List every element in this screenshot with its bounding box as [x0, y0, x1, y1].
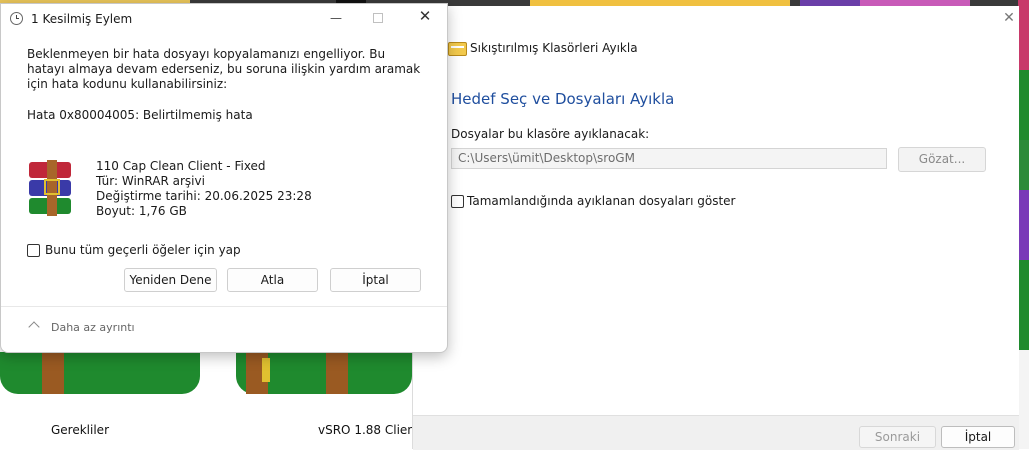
error-message: Beklenmeyen bir hata dosyayı kopyalamanı…	[27, 47, 421, 91]
wizard-footer: Sonraki İptal	[413, 415, 1019, 450]
file-info: 110 Cap Clean Client - Fixed Tür: WinRAR…	[96, 159, 312, 219]
close-icon[interactable]: ✕	[418, 9, 432, 24]
file-type: Tür: WinRAR arşivi	[96, 174, 205, 188]
desktop-icon-label[interactable]: Gerekliler	[51, 423, 109, 437]
apply-all-checkbox[interactable]	[27, 244, 40, 257]
chevron-up-icon[interactable]	[28, 321, 40, 333]
close-icon[interactable]: ✕	[1002, 11, 1016, 25]
file-modified: Değiştirme tarihi: 20.06.2025 23:28	[96, 189, 312, 203]
desktop-icon-label[interactable]: vSRO 1.88 Client	[318, 423, 420, 437]
show-files-checkbox[interactable]	[451, 195, 464, 208]
zip-folder-icon	[448, 42, 467, 56]
browse-button[interactable]: Gözat...	[898, 147, 986, 172]
file-size: Boyut: 1,76 GB	[96, 204, 187, 218]
wizard-header: Sıkıştırılmış Klasörleri Ayıkla	[470, 41, 638, 55]
next-button[interactable]: Sonraki	[859, 426, 936, 448]
winrar-archive-icon[interactable]	[236, 352, 412, 394]
winrar-archive-icon	[29, 160, 71, 216]
file-name: 110 Cap Clean Client - Fixed	[96, 159, 266, 173]
cancel-button[interactable]: İptal	[941, 426, 1015, 448]
error-code: Hata 0x80004005: Belirtilmemiş hata	[27, 108, 253, 122]
destination-label: Dosyalar bu klasöre ayıklanacak:	[451, 127, 650, 141]
less-details-toggle[interactable]: Daha az ayrıntı	[51, 321, 135, 334]
apply-all-label[interactable]: Bunu tüm geçerli öğeler için yap	[45, 243, 241, 257]
winrar-archive-icon[interactable]	[0, 352, 200, 394]
divider	[1, 306, 447, 307]
skip-button[interactable]: Atla	[227, 268, 318, 292]
clock-icon	[10, 12, 23, 25]
cancel-button[interactable]: İptal	[330, 268, 421, 292]
maximize-icon	[373, 13, 383, 23]
interrupted-action-dialog: 1 Kesilmiş Eylem — ✕ Beklenmeyen bir hat…	[0, 3, 448, 353]
destination-path-input[interactable]	[451, 148, 887, 169]
desktop-background-right	[1018, 0, 1029, 449]
retry-button[interactable]: Yeniden Dene	[124, 268, 217, 292]
minimize-icon[interactable]: —	[330, 12, 342, 24]
extract-wizard-window: ✕ Sıkıştırılmış Klasörleri Ayıkla Hedef …	[412, 6, 1019, 450]
wizard-title: Hedef Seç ve Dosyaları Ayıkla	[451, 90, 675, 108]
show-files-label[interactable]: Tamamlandığında ayıklanan dosyaları göst…	[467, 194, 736, 208]
dialog-title: 1 Kesilmiş Eylem	[31, 12, 133, 26]
